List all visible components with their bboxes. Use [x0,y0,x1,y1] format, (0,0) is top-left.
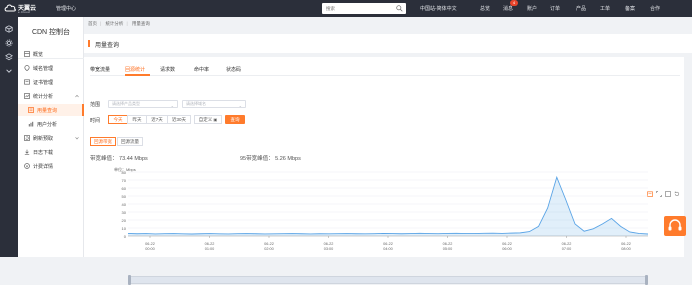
x-tick-time: 00:00 [145,246,155,251]
user-analysis-icon [28,121,34,127]
data-zoom-slider[interactable] [128,275,648,285]
headset-icon [668,219,682,231]
page-header: 用量查询 [84,34,692,53]
main-content: 首页 | 统计分析 | 用量查询 用量查询 带宽流量 回源统计 请求数 命中率 状态… [84,17,692,285]
x-tick-time: 02:00 [264,246,274,251]
slider-left-handle[interactable] [128,275,131,285]
nav-filing[interactable]: 备案 [625,5,635,12]
x-tick-time: 07:00 [561,246,572,251]
sidebar-item-label: 证书管理 [33,80,54,86]
nav-messages[interactable]: 消息 [503,5,513,12]
log-download-icon [24,149,30,155]
x-tick-label: 06-22 08:00 [616,242,636,251]
breadcrumb-statistics[interactable]: 统计分析 [105,21,123,26]
x-tick-time: 08:00 [621,246,631,251]
slider-right-handle[interactable] [645,275,648,285]
icon-rail [0,17,18,257]
breadcrumb-home[interactable]: 首页 [88,21,97,26]
sidebar-item-statistics[interactable]: 统计分析 [18,90,84,102]
sidebar-item-label: 计费详情 [33,164,54,170]
statistics-icon [24,93,30,99]
chevron-down-icon [75,137,79,140]
x-tick-time: 06:00 [502,246,512,251]
sidebar-item-user-analysis[interactable]: 用户分析 [18,118,84,130]
nav-cooperation[interactable]: 合作 [650,5,660,12]
console-title: CDN 控制台 [31,29,71,36]
logo-subtext: e.Cloud [18,10,30,14]
x-tick-time: 05:00 [442,246,453,251]
breadcrumb: 首页 | 统计分析 | 用量查询 [88,21,150,26]
sidebar-item-label: 概览 [33,52,44,58]
sidebar-item-label: 用量查询 [37,108,58,114]
usage-icon [28,107,34,113]
x-tick-label: 06-22 00:00 [140,242,160,251]
page-title: 用量查询 [95,43,120,49]
x-tick-label: 06-22 01:00 [200,242,220,251]
nav-orders[interactable]: 订单 [550,5,560,12]
search-box[interactable] [322,3,406,14]
billing-icon [24,163,30,169]
breadcrumb-current: 用量查询 [131,21,150,26]
nav-account[interactable]: 账户 [527,5,537,12]
sidebar-item-label: 刷新预取 [33,136,54,142]
sidebar-item-refresh-prefetch[interactable]: 刷新预取 [18,132,84,144]
usage-chart [127,171,649,238]
x-tick-label: 06-22 03:00 [319,242,339,251]
search-input[interactable] [322,3,390,14]
series-area [128,177,648,236]
sidebar-item-label: 域名管理 [33,66,54,72]
chevron-down-icon[interactable] [5,67,13,75]
search-icon[interactable] [396,5,403,12]
x-tick-label: 06-22 02:00 [259,242,279,251]
usage-panel: 带宽流量 回源统计 请求数 命中率 状态码 范围 请选择产品类型 ⌄ 请选择域名… [84,57,684,285]
sidebar-item-label: 用户分析 [37,122,58,128]
x-tick-time: 01:00 [204,246,215,251]
message-count-badge: 4 [510,0,518,6]
domain-icon [24,65,30,71]
x-tick-time: 04:00 [383,246,393,251]
sidebar-item-label: 统计分析 [33,94,54,100]
sidebar-item-usage-query[interactable]: 用量查询 [18,104,84,116]
chevron-up-icon [75,94,79,98]
management-center-link[interactable]: 管理中心 [56,5,76,12]
cloud-logo-icon [4,4,16,12]
sidebar-item-log-download[interactable]: 日志下载 [18,146,84,158]
gear-icon[interactable] [5,39,13,47]
nav-overview[interactable]: 总览 [480,5,490,12]
x-tick-time: 03:00 [323,246,334,251]
sidebar-item-billing-details[interactable]: 计费详情 [18,160,84,172]
sidebar-item-label: 日志下载 [33,150,54,156]
sidebar-item-certificate-management[interactable]: 证书管理 [18,76,84,88]
customer-service-button[interactable] [664,216,686,236]
x-tick-label: 06-22 06:00 [497,242,517,251]
sidebar-item-domain-management[interactable]: 域名管理 [18,62,84,74]
x-tick-label: 06-22 05:00 [438,242,458,251]
cube-icon[interactable] [5,25,13,33]
side-navigation: CDN 控制台 概览 域名管理 证书管理 统计分析 用量查询 用户分析 刷新预取… [18,17,84,257]
top-bar: 天翼云 e.Cloud 管理中心 中国站-简体中文 总览 消息 4 账户 订单 … [0,0,692,17]
x-tick-label: 06-22 07:00 [557,242,577,251]
nav-products[interactable]: 产品 [576,5,586,12]
refresh-icon [24,135,30,141]
certificate-icon [24,79,30,85]
x-tick-label: 06-22 04:00 [378,242,398,251]
overview-icon [24,51,30,57]
region-selector[interactable]: 中国站-简体中文 [420,5,457,12]
sidebar-item-overview[interactable]: 概览 [18,48,84,60]
title-accent-bar [88,40,90,47]
logo[interactable]: 天翼云 e.Cloud [4,2,44,15]
nav-tickets[interactable]: 工单 [600,5,610,12]
layers-icon[interactable] [5,53,13,61]
slider-preview [129,277,647,283]
